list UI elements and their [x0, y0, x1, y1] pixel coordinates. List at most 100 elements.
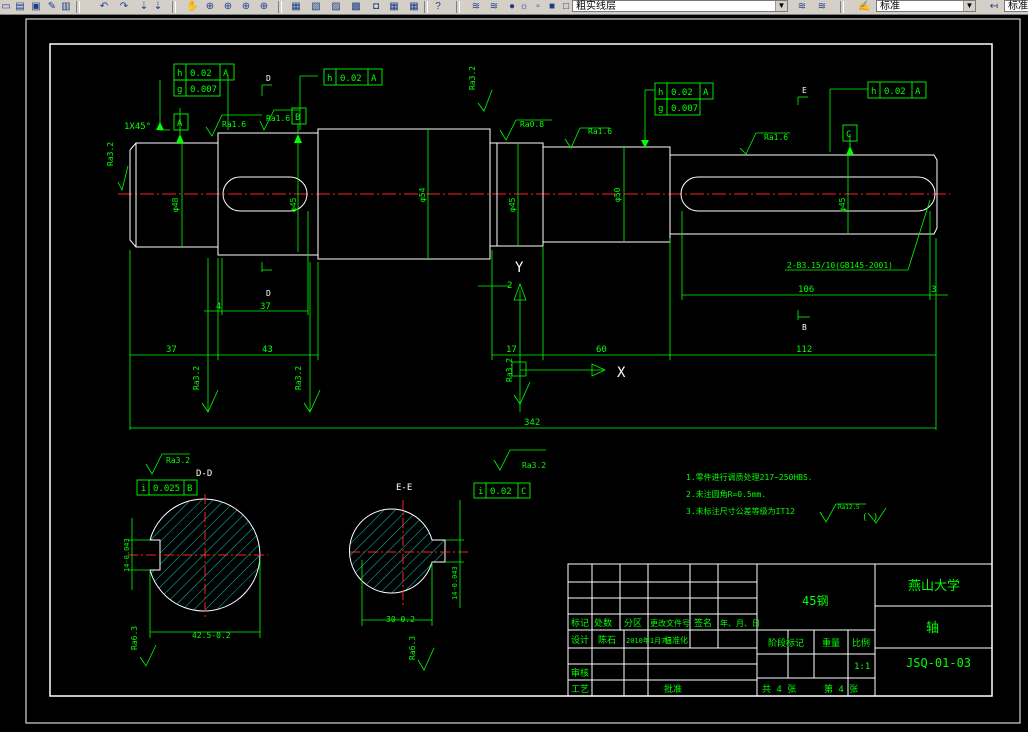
third-combo[interactable]: 标准 [1004, 0, 1028, 12]
chevron-down-icon[interactable]: ▼ [775, 1, 787, 11]
edit-icon[interactable]: ✎ [46, 1, 58, 13]
style-icon[interactable]: ✍ [858, 1, 870, 13]
centre-hole-note: 2-B3.15/10(GB145-2001) [787, 261, 893, 270]
help-icon[interactable]: ? [432, 1, 444, 13]
h-count: 处数 [594, 617, 612, 629]
designer: 陈石 [598, 634, 616, 646]
sec2-dimv: 14-0.043 [451, 566, 459, 600]
dim-style-icon[interactable]: ↤ [988, 1, 1000, 13]
sec1-tol-value: 0.025 [153, 484, 180, 494]
drawing-svg[interactable]: h 0.02 A g 0.007 h 0.02 A h 0.02 A g 0.0… [0, 15, 1028, 727]
tol-h1-value: 0.02 [190, 69, 212, 79]
layer-state-icon[interactable]: ≋ [488, 1, 500, 13]
arrow-down2-icon[interactable]: ⇣ [152, 1, 164, 13]
section-e-top: E [802, 86, 807, 95]
dim-3: 3 [931, 285, 936, 295]
zoom-previous-icon[interactable]: ⊕ [240, 1, 252, 13]
layer-combo-value: 粗实线层 [576, 1, 616, 12]
university: 燕山大学 [908, 578, 960, 594]
pan-icon[interactable]: ✋ [186, 1, 198, 13]
calc-icon[interactable]: ▦ [388, 1, 400, 13]
layer-combo[interactable]: 粗实线层 ▼ [572, 0, 788, 12]
h-date: 年、月、日 [720, 618, 760, 628]
properties-icon[interactable]: ▦ [290, 1, 302, 13]
sheet-no: 第 4 张 [824, 683, 858, 695]
ra32-b3: Ra3.2 [505, 358, 514, 382]
markup-icon[interactable]: ◘ [370, 1, 382, 13]
layer-prev-icon[interactable]: ≋ [796, 1, 808, 13]
style-combo-value: 标准 [880, 1, 900, 12]
note-2: 2.未注圆角R=0.5mm. [686, 489, 766, 499]
toolbar: ▭ ▤ ▣ ✎ ▥ ↶ ↷ ⇣ ⇣ ✋ ⊕ ⊕ ⊕ ⊕ ▦ ▧ ▨ ▩ ◘ ▦ … [0, 0, 1028, 15]
sun-icon[interactable]: ☼ [518, 1, 530, 13]
dim-60: 60 [596, 345, 607, 355]
datum-a: A [177, 119, 183, 129]
dia-mid: φ54 [418, 187, 427, 202]
tol-h4-value: 0.02 [884, 87, 906, 97]
third-combo-value: 标准 [1008, 1, 1028, 12]
ucs-x-label: X [617, 365, 626, 381]
layer-color2-icon[interactable]: □ [560, 1, 572, 13]
dim-112: 112 [796, 345, 812, 355]
part-name: 轴 [926, 621, 939, 636]
section-view-d [128, 494, 268, 638]
ra32-top: Ra3.2 [468, 66, 477, 90]
dim-17: 17 [506, 345, 517, 355]
datum-c: C [846, 130, 851, 140]
tol-h2-value: 0.02 [340, 74, 362, 84]
sec2-tol-datum: C [521, 487, 526, 497]
ra32-b1: Ra3.2 [192, 366, 201, 390]
section-d-bottom: D [266, 289, 271, 298]
print-icon[interactable]: ▥ [60, 1, 72, 13]
tol-h4: h [871, 87, 876, 97]
tol-h3: h [658, 88, 663, 98]
zoom-extent-icon[interactable]: ⊕ [258, 1, 270, 13]
drawing-canvas[interactable]: h 0.02 A g 0.007 h 0.02 A h 0.02 A g 0.0… [0, 15, 1028, 727]
style-combo[interactable]: 标准 ▼ [876, 0, 976, 12]
zoom-realtime-icon[interactable]: ⊕ [204, 1, 216, 13]
rough-all: Ra12.5 [838, 504, 860, 511]
layers-icon[interactable]: ≋ [470, 1, 482, 13]
bulb-icon[interactable]: ● [506, 1, 518, 13]
section-2-title: E-E [396, 483, 412, 493]
design-center-icon[interactable]: ▧ [310, 1, 322, 13]
table-icon[interactable]: ▦ [408, 1, 420, 13]
drawing-no: JSQ-01-03 [906, 656, 971, 670]
tol-h1-datum: A [223, 69, 229, 79]
lock-icon[interactable]: ▫ [532, 1, 544, 13]
undo-icon[interactable]: ↶ [98, 1, 110, 13]
tolerance-frames [136, 63, 927, 499]
section-d-top: D [266, 74, 271, 83]
tol-g3: g [658, 104, 663, 114]
sheet-set-icon[interactable]: ▩ [350, 1, 362, 13]
sec1-dim: 42.5-0.2 [192, 631, 231, 640]
std-label: 标准化 [664, 635, 688, 645]
layer-color-icon[interactable]: ■ [546, 1, 558, 13]
zoom-window-icon[interactable]: ⊕ [222, 1, 234, 13]
sec2-ra2: Ra6.3 [408, 636, 417, 660]
save-icon[interactable]: ▣ [30, 1, 42, 13]
sec1-tol-datum: B [187, 484, 192, 494]
sec2-tol-value: 0.02 [490, 487, 512, 497]
arrow-down-icon[interactable]: ⇣ [138, 1, 150, 13]
layer-match-icon[interactable]: ≋ [816, 1, 828, 13]
note-3: 3.未标注尺寸公差等级为IT12 [686, 506, 795, 516]
open-file-icon[interactable]: ▤ [14, 1, 26, 13]
new-file-icon[interactable]: ▭ [0, 1, 12, 13]
chevron-down-icon[interactable]: ▼ [963, 1, 975, 11]
dim-106: 106 [798, 285, 814, 295]
sec1-tol-sym: i [141, 484, 146, 494]
note-1: 1.零件进行调质处理217~250HBS. [686, 472, 813, 482]
section-1-title: D-D [196, 469, 212, 479]
tool-palette-icon[interactable]: ▨ [330, 1, 342, 13]
ra16-a: Ra1.6 [222, 120, 246, 129]
dia-left: φ48 [171, 197, 180, 212]
process-label: 工艺 [571, 684, 589, 695]
stage-label: 阶段标记 [768, 637, 804, 649]
ra32-b2: Ra3.2 [294, 366, 303, 390]
material: 45钢 [802, 594, 828, 608]
redo-icon[interactable]: ↷ [118, 1, 130, 13]
tol-g1-value: 0.007 [190, 85, 217, 95]
section-b-bottom: B [802, 323, 807, 332]
tol-h2-datum: A [371, 74, 377, 84]
